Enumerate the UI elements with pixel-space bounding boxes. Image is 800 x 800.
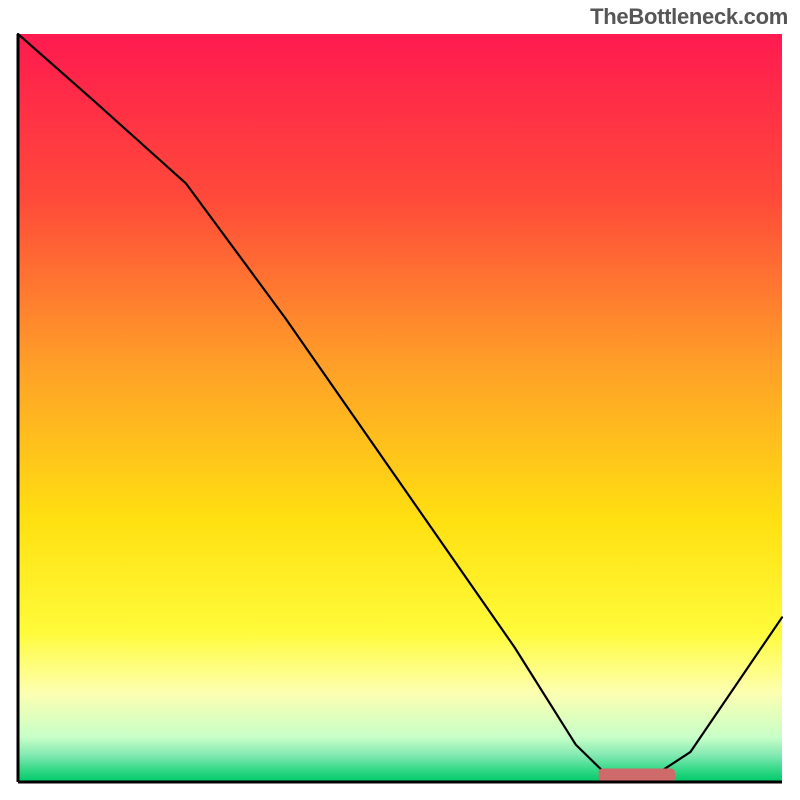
chart-svg: [16, 32, 784, 784]
gradient-background: [18, 34, 782, 782]
attribution-text: TheBottleneck.com: [590, 4, 788, 30]
plot-area: [16, 32, 784, 784]
highlight-marker: [599, 769, 675, 782]
chart-container: TheBottleneck.com: [0, 0, 800, 800]
